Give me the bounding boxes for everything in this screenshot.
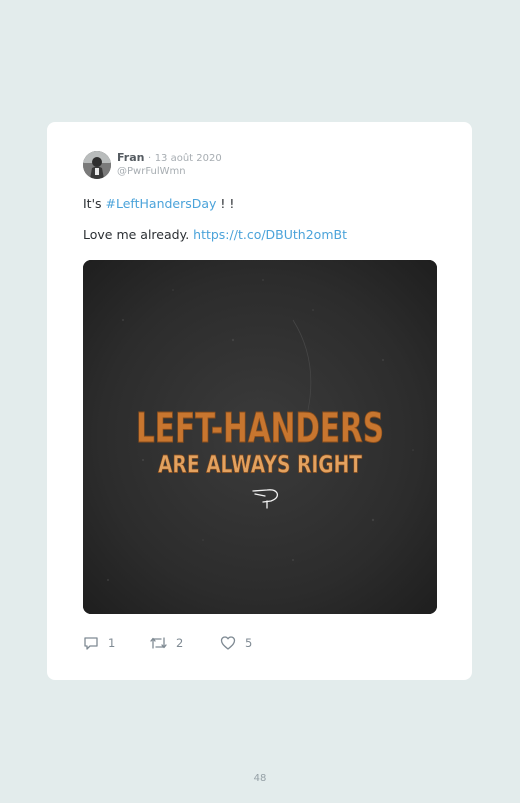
hashtag-link[interactable]: #LeftHandersDay	[106, 196, 217, 211]
author-line: Fran · 13 août 2020	[117, 151, 222, 166]
author-name[interactable]: Fran	[117, 151, 145, 164]
tweet-date[interactable]: 13 août 2020	[155, 153, 222, 164]
reply-count: 1	[108, 636, 116, 650]
heart-icon	[220, 636, 236, 650]
image-headline-1: LEFT-HANDERS	[136, 405, 384, 452]
tweet-image[interactable]: LEFT-HANDERS ARE ALWAYS RIGHT	[83, 260, 437, 614]
retweet-icon	[150, 637, 167, 649]
retweet-count: 2	[176, 636, 184, 650]
reply-action[interactable]: 1	[83, 635, 115, 651]
text-prefix: It's	[83, 196, 106, 211]
tweet-card: Fran · 13 août 2020 @PwrFulWmn It's #Lef…	[47, 122, 472, 680]
separator: ·	[148, 153, 152, 164]
tweet-text-line-2: Love me already. https://t.co/DBUth2omBt	[83, 227, 347, 243]
avatar[interactable]	[83, 151, 111, 179]
text-prefix-2: Love me already.	[83, 227, 194, 242]
like-action[interactable]: 5	[220, 635, 252, 651]
tweet-link[interactable]: https://t.co/DBUth2omBt	[193, 227, 347, 242]
reply-icon	[84, 637, 98, 650]
tweet-text-line-1: It's #LeftHandersDay ! !	[83, 196, 234, 212]
page-number: 48	[253, 773, 267, 784]
image-headline-2: ARE ALWAYS RIGHT	[158, 451, 362, 479]
retweet-action[interactable]: 2	[150, 635, 183, 651]
text-suffix: ! !	[216, 196, 235, 211]
author-handle[interactable]: @PwrFulWmn	[117, 165, 186, 178]
like-count: 5	[245, 636, 253, 650]
